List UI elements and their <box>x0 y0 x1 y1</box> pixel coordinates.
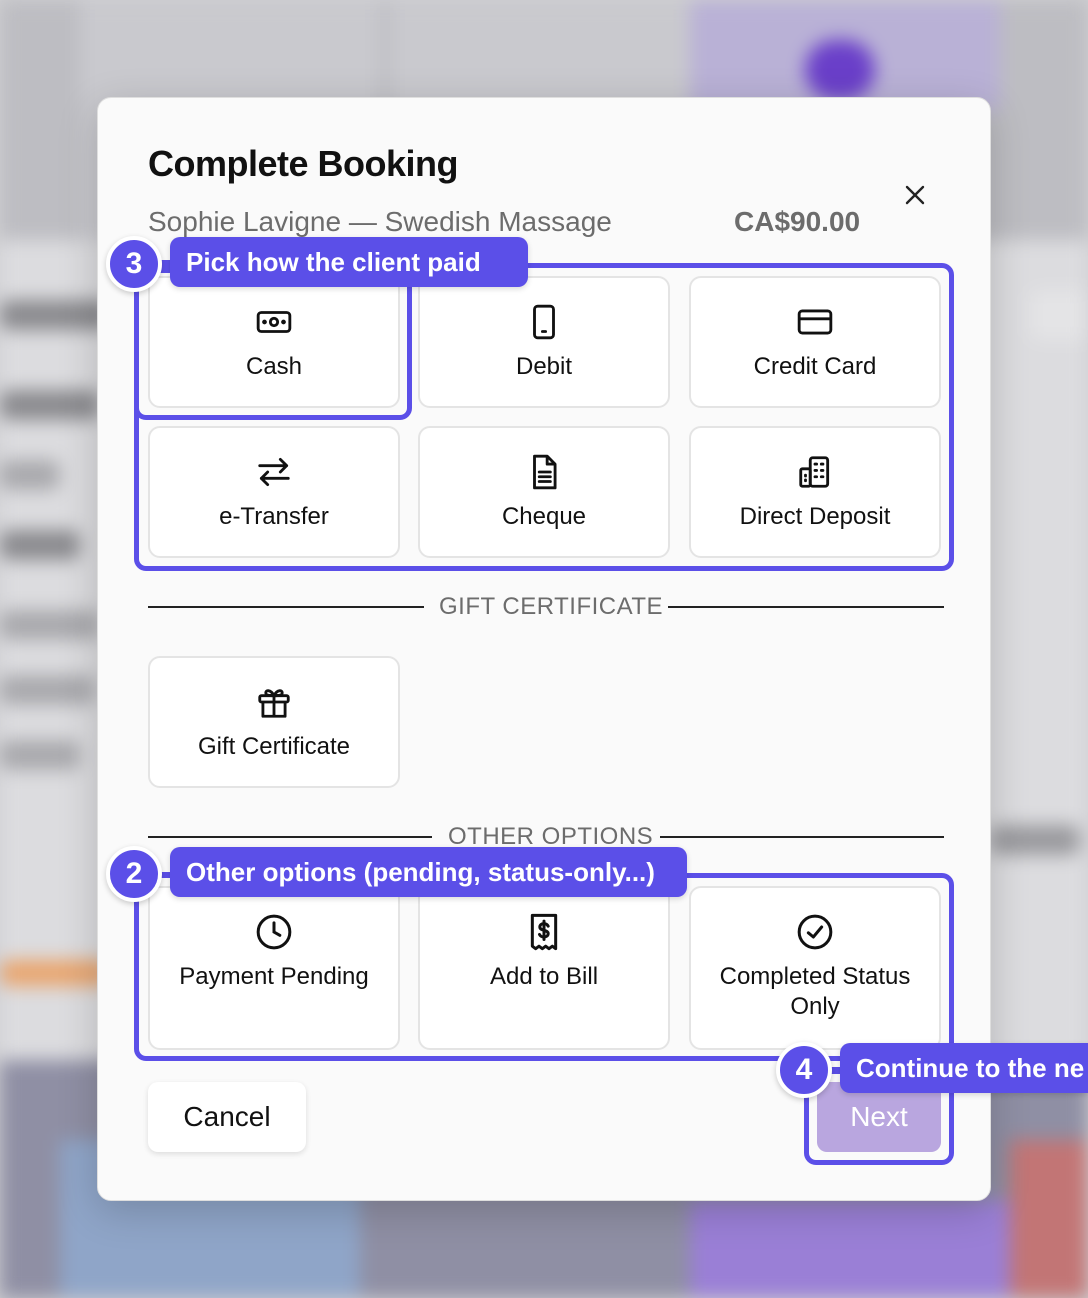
tooltip-text: Other options (pending, status-only...) <box>186 856 655 887</box>
document-icon <box>524 452 564 492</box>
payment-option-cheque[interactable]: Cheque <box>418 426 670 558</box>
credit-card-icon <box>795 302 835 342</box>
step-badge-3: 3 <box>106 236 162 292</box>
step-badge-2: 2 <box>106 846 162 902</box>
option-label: Payment Pending <box>179 963 369 990</box>
cash-icon <box>254 302 294 342</box>
payment-option-label: Cash <box>245 353 303 380</box>
payment-option-label: Debit <box>515 353 573 380</box>
receipt-dollar-icon <box>524 912 564 952</box>
payment-option-credit-card[interactable]: Credit Card <box>689 276 941 408</box>
divider <box>148 606 424 608</box>
payment-option-label: Cheque <box>501 503 587 530</box>
tooltip-text: Continue to the ne <box>856 1052 1085 1083</box>
modal-title: Complete Booking <box>148 143 459 184</box>
cancel-button[interactable]: Cancel <box>148 1082 306 1152</box>
option-label: Completed Status Only <box>719 963 911 1020</box>
tooltip-step-3: Pick how the client paid <box>170 237 528 287</box>
debit-card-icon <box>524 302 564 342</box>
booking-price: CA$90.00 <box>734 206 861 237</box>
bank-building-icon <box>795 452 835 492</box>
tooltip-text: Pick how the client paid <box>186 246 481 277</box>
tooltip-step-4: Continue to the ne <box>840 1043 1088 1093</box>
payment-option-e-transfer[interactable]: e-Transfer <box>148 426 400 558</box>
payment-option-label: Credit Card <box>753 353 877 380</box>
divider <box>660 836 944 838</box>
option-payment-pending[interactable]: Payment Pending <box>148 886 400 1050</box>
payment-option-cash[interactable]: Cash <box>148 276 400 408</box>
payment-option-label: Direct Deposit <box>739 503 891 530</box>
booking-subtitle: Sophie Lavigne — Swedish Massage <box>148 206 612 237</box>
payment-option-label: e-Transfer <box>219 503 329 530</box>
option-completed-status-only[interactable]: Completed Status Only <box>689 886 941 1050</box>
option-add-to-bill[interactable]: Add to Bill <box>418 886 670 1050</box>
clock-icon <box>254 912 294 952</box>
payment-option-direct-deposit[interactable]: Direct Deposit <box>689 426 941 558</box>
divider <box>148 836 432 838</box>
step-badge-4: 4 <box>776 1042 832 1098</box>
payment-option-gift-certificate[interactable]: Gift Certificate <box>148 656 400 788</box>
close-icon <box>905 185 925 205</box>
gift-icon <box>254 682 294 722</box>
tooltip-step-2: Other options (pending, status-only...) <box>170 847 687 897</box>
divider <box>668 606 944 608</box>
option-label: Add to Bill <box>489 963 599 990</box>
close-button[interactable] <box>898 178 932 212</box>
transfer-arrows-icon <box>254 452 294 492</box>
payment-option-label: Gift Certificate <box>197 733 351 760</box>
payment-option-debit[interactable]: Debit <box>418 276 670 408</box>
check-circle-icon <box>795 912 835 952</box>
section-heading-gift: GIFT CERTIFICATE <box>439 593 664 620</box>
